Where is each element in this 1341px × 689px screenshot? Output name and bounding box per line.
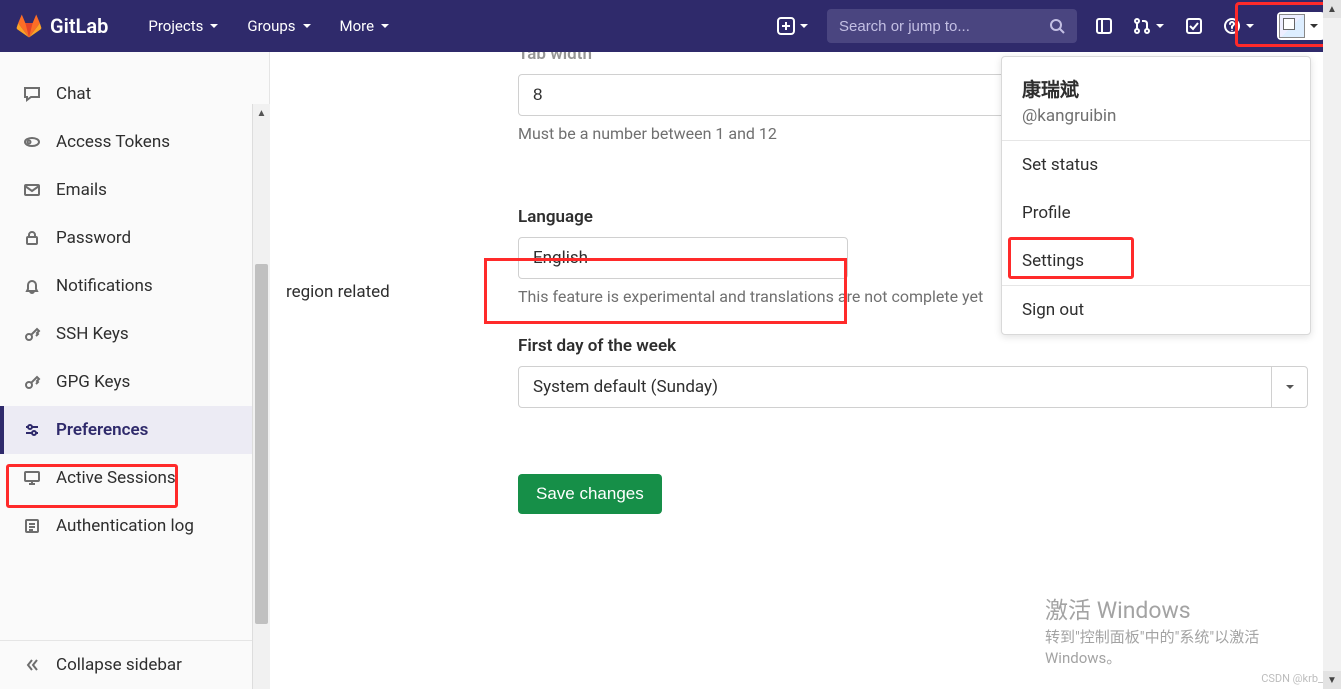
scroll-up-arrow-icon[interactable]: ▲ [253, 104, 270, 122]
sidebar-item-gpg-keys[interactable]: GPG Keys [0, 358, 269, 406]
csdn-watermark: CSDN @krb_ [1261, 672, 1323, 685]
user-menu-toggle[interactable] [1277, 12, 1325, 40]
chevron-double-left-icon [22, 655, 42, 675]
sidebar-item-label: Chat [56, 84, 91, 104]
issues-icon [1095, 17, 1113, 35]
sidebar-item-ssh-keys[interactable]: SSH Keys [0, 310, 269, 358]
key-icon [22, 372, 42, 392]
chevron-down-icon [209, 21, 219, 31]
help-icon [1223, 17, 1241, 35]
nav-more-label: More [340, 17, 375, 35]
user-display-name: 康瑞斌 [1022, 75, 1290, 102]
sidebar-item-label: GPG Keys [56, 372, 130, 392]
new-dropdown-button[interactable] [767, 11, 819, 41]
sidebar-item-label: Emails [56, 180, 107, 200]
sidebar-item-label: SSH Keys [56, 324, 129, 344]
scroll-up-arrow-icon[interactable]: ▲ [1323, 0, 1341, 18]
sidebar-item-label: Authentication log [56, 516, 194, 536]
email-icon [22, 180, 42, 200]
user-info: 康瑞斌 @kangruibin [1002, 57, 1310, 140]
settings-sidebar: Chat Access Tokens Emails Password Notif… [0, 52, 270, 689]
sidebar-item-label: Notifications [56, 276, 153, 296]
merge-request-icon [1133, 17, 1151, 35]
help-dropdown[interactable] [1213, 11, 1265, 41]
gitlab-logo-icon [16, 13, 42, 39]
nav-more[interactable]: More [328, 11, 403, 41]
issues-shortcut[interactable] [1085, 11, 1123, 41]
sidebar-item-chat[interactable]: Chat [0, 70, 269, 118]
search-input[interactable] [839, 18, 1049, 35]
sidebar-item-emails[interactable]: Emails [0, 166, 269, 214]
chevron-down-icon [302, 21, 312, 31]
token-icon [22, 132, 42, 152]
sidebar-item-label: Access Tokens [56, 132, 170, 152]
top-navbar: GitLab Projects Groups More [0, 0, 1341, 52]
brand-text: GitLab [50, 14, 108, 38]
user-dropdown-menu: 康瑞斌 @kangruibin Set status Profile Setti… [1001, 56, 1311, 335]
key-icon [22, 324, 42, 344]
chevron-down-icon [1155, 21, 1165, 31]
sidebar-item-label: Preferences [56, 420, 148, 440]
chevron-down-icon [1271, 367, 1307, 407]
language-select[interactable]: English [518, 237, 848, 279]
global-search[interactable] [827, 9, 1077, 43]
nav-groups-label: Groups [247, 17, 295, 35]
search-icon [1049, 18, 1065, 34]
region-related-text: region related [286, 282, 390, 302]
sidebar-item-active-sessions[interactable]: Active Sessions [0, 454, 269, 502]
sidebar-item-notifications[interactable]: Notifications [0, 262, 269, 310]
merge-requests-shortcut[interactable] [1123, 11, 1175, 41]
preferences-icon [22, 420, 42, 440]
chevron-down-icon [799, 21, 809, 31]
collapse-label: Collapse sidebar [56, 655, 182, 675]
todos-shortcut[interactable] [1175, 11, 1213, 41]
user-handle: @kangruibin [1022, 106, 1290, 126]
monitor-icon [22, 468, 42, 488]
lock-icon [22, 228, 42, 248]
menu-sign-out[interactable]: Sign out [1002, 286, 1310, 334]
list-icon [22, 516, 42, 536]
scroll-thumb[interactable] [255, 264, 268, 624]
scroll-down-arrow-icon[interactable]: ▼ [1323, 671, 1341, 689]
first-day-value: System default (Sunday) [533, 377, 718, 397]
menu-settings[interactable]: Settings [1002, 237, 1310, 285]
nav-projects[interactable]: Projects [136, 11, 231, 41]
sidebar-item-password[interactable]: Password [0, 214, 269, 262]
avatar-icon [1279, 14, 1305, 38]
chevron-down-icon [1309, 21, 1319, 31]
menu-set-status[interactable]: Set status [1002, 141, 1310, 189]
nav-projects-label: Projects [148, 17, 203, 35]
collapse-sidebar-button[interactable]: Collapse sidebar [0, 640, 269, 689]
first-day-label: First day of the week [518, 336, 1325, 356]
chat-icon [22, 84, 42, 104]
first-day-select[interactable]: System default (Sunday) [518, 366, 1308, 408]
sidebar-item-preferences[interactable]: Preferences [0, 406, 269, 454]
page-scrollbar[interactable]: ▲ ▼ [1323, 0, 1341, 689]
nav-primary: Projects Groups More [136, 11, 402, 41]
bell-icon [22, 276, 42, 296]
sidebar-item-label: Password [56, 228, 131, 248]
menu-profile[interactable]: Profile [1002, 189, 1310, 237]
sidebar-scrollbar[interactable]: ▲ [252, 104, 270, 689]
language-value: English [533, 248, 588, 268]
chevron-down-icon [1245, 21, 1255, 31]
sidebar-item-label: Active Sessions [56, 468, 176, 488]
sidebar-item-auth-log[interactable]: Authentication log [0, 502, 269, 550]
plus-square-icon [777, 17, 795, 35]
save-changes-button[interactable]: Save changes [518, 474, 662, 514]
nav-groups[interactable]: Groups [235, 11, 323, 41]
chevron-down-icon [380, 21, 390, 31]
brand-area[interactable]: GitLab [16, 13, 108, 39]
todos-icon [1185, 17, 1203, 35]
sidebar-item-access-tokens[interactable]: Access Tokens [0, 118, 269, 166]
first-day-field: First day of the week System default (Su… [518, 336, 1325, 408]
